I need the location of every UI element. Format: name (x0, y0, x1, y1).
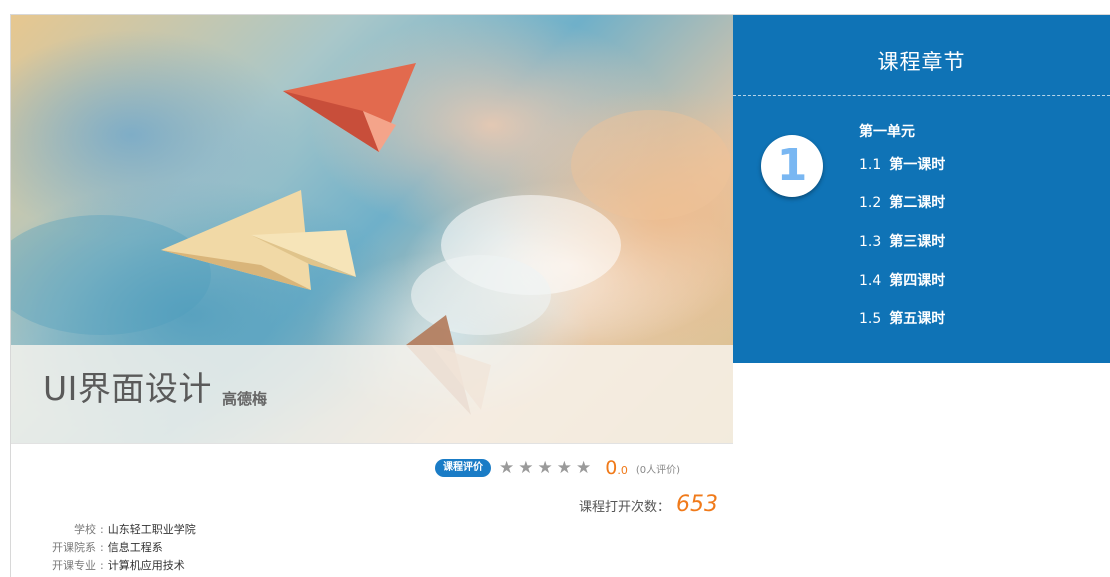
lesson-number: 1.3 (859, 234, 882, 250)
star-icon[interactable]: ★ (557, 459, 572, 477)
info-major: 开课专业: 计算机应用技术 (38, 557, 185, 573)
lesson-number: 1.1 (859, 157, 882, 173)
lesson-number: 1.5 (859, 311, 882, 327)
lesson-number: 1.4 (859, 273, 882, 289)
divider (11, 443, 733, 444)
lesson-name: 第四课时 (889, 273, 946, 289)
info-department-label: 开课院系 (52, 541, 96, 554)
rating-count: (0人评价) (635, 464, 681, 476)
course-rating: 课程评价 ★ ★ ★ ★ ★ 0.0 (0人评价) (435, 457, 681, 479)
course-title: UI界面设计 (43, 369, 212, 408)
lesson-link[interactable]: 1.3 第三课时 (859, 231, 945, 251)
info-department-value: 信息工程系 (107, 541, 163, 554)
info-major-value: 计算机应用技术 (107, 559, 185, 572)
lesson-name: 第二课时 (889, 195, 946, 211)
paper-plane-red (283, 63, 416, 152)
info-major-label: 开课专业 (52, 559, 96, 572)
info-school-value: 山东轻工职业学院 (107, 523, 196, 536)
open-count-label: 课程打开次数： (578, 500, 670, 515)
chapters-heading: 课程章节 (877, 50, 966, 74)
rating-badge[interactable]: 课程评价 (435, 459, 491, 477)
star-icon[interactable]: ★ (538, 459, 553, 477)
chapters-panel: 课程章节 1 第一单元 1.1 第一课时 1.2 第二课时 1.3 第三课时 1.4 第… (733, 15, 1110, 363)
rating-score-decimal: .0 (617, 464, 628, 477)
open-count-value: 653 (676, 492, 718, 517)
star-icon[interactable]: ★ (518, 459, 533, 477)
lesson-link[interactable]: 1.5 第五课时 (859, 308, 945, 328)
course-teacher: 高德梅 (222, 390, 268, 408)
info-school: 学校: 山东轻工职业学院 (38, 521, 196, 537)
lesson-name: 第五课时 (889, 311, 946, 327)
info-department: 开课院系: 信息工程系 (38, 539, 163, 555)
rating-score: 0.0 (605, 457, 628, 479)
info-school-label: 学校 (74, 523, 96, 536)
lesson-name: 第一课时 (889, 157, 946, 173)
rating-stars[interactable]: ★ ★ ★ ★ ★ (499, 459, 595, 477)
lesson-link[interactable]: 1.1 第一课时 (859, 154, 945, 174)
rating-score-int: 0 (605, 457, 618, 479)
lesson-link[interactable]: 1.2 第二课时 (859, 192, 945, 212)
unit-title[interactable]: 第一单元 (859, 121, 915, 141)
star-icon[interactable]: ★ (499, 459, 514, 477)
lesson-link[interactable]: 1.4 第四课时 (859, 270, 945, 290)
chapters-divider (733, 95, 1110, 96)
lesson-name: 第三课时 (889, 234, 946, 250)
unit-number-badge: 1 (761, 135, 823, 197)
star-icon[interactable]: ★ (576, 459, 591, 477)
lesson-number: 1.2 (859, 195, 882, 211)
open-count: 课程打开次数： 653 (579, 492, 718, 517)
